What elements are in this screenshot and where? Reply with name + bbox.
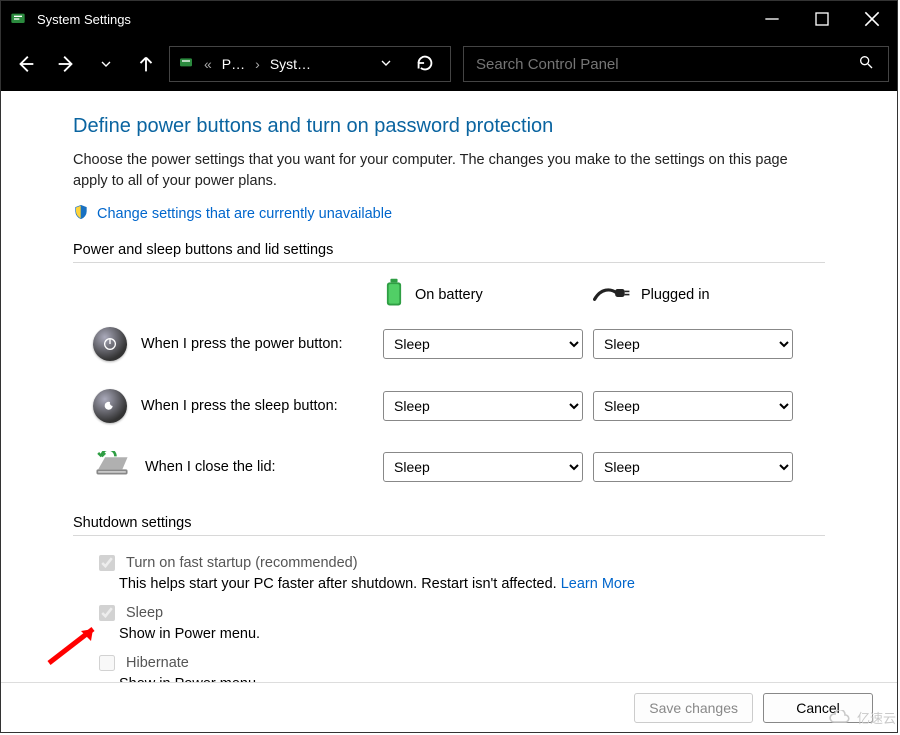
- sleep-button-battery-select[interactable]: Sleep: [383, 391, 583, 421]
- breadcrumb-icon: [178, 55, 194, 74]
- power-button-row: When I press the power button: Sleep Sle…: [73, 321, 825, 383]
- minimize-button[interactable]: [747, 1, 797, 37]
- content-wrap: Define power buttons and turn on passwor…: [1, 91, 897, 682]
- battery-icon: [383, 277, 405, 313]
- lid-battery-select[interactable]: Sleep: [383, 452, 583, 482]
- nav-back-button[interactable]: [9, 47, 43, 81]
- search-input[interactable]: [474, 55, 854, 74]
- page-title: Define power buttons and turn on passwor…: [73, 115, 825, 138]
- search-icon[interactable]: [854, 54, 878, 75]
- address-bar[interactable]: « P… › Syst…: [169, 46, 451, 82]
- sleep-desc: Show in Power menu.: [119, 626, 825, 642]
- save-changes-button[interactable]: Save changes: [634, 693, 753, 723]
- window: System Settings « P…: [0, 0, 898, 733]
- hibernate-title: Hibernate: [126, 655, 189, 671]
- hibernate-checkbox[interactable]: [99, 655, 115, 671]
- plug-icon: [593, 283, 631, 307]
- breadcrumb-overflow[interactable]: «: [200, 56, 216, 72]
- hibernate-item: Hibernate Show in Power menu.: [95, 652, 825, 682]
- breadcrumb-seg-2[interactable]: Syst…: [270, 56, 311, 72]
- power-button-label: When I press the power button:: [141, 336, 343, 352]
- section-shutdown-header: Shutdown settings: [73, 515, 825, 536]
- power-button-plugged-select[interactable]: Sleep: [593, 329, 793, 359]
- lid-label: When I close the lid:: [145, 459, 276, 475]
- shield-icon: [73, 204, 89, 224]
- refresh-button[interactable]: [408, 48, 442, 81]
- breadcrumb-seg-1[interactable]: P…: [222, 56, 245, 72]
- sleep-button-label: When I press the sleep button:: [141, 398, 338, 414]
- app-icon: [9, 10, 27, 28]
- column-headers: On battery Plugged in: [73, 269, 825, 321]
- search-box[interactable]: [463, 46, 889, 82]
- fast-startup-desc: This helps start your PC faster after sh…: [119, 576, 825, 592]
- titlebar: System Settings: [1, 1, 897, 37]
- section-buttons-lid-header: Power and sleep buttons and lid settings: [73, 242, 825, 263]
- hibernate-desc: Show in Power menu.: [119, 676, 825, 682]
- breadcrumb-separator-icon: ›: [251, 56, 264, 72]
- sleep-checkbox[interactable]: [99, 605, 115, 621]
- page-content: Define power buttons and turn on passwor…: [1, 91, 897, 682]
- sleep-button-plugged-select[interactable]: Sleep: [593, 391, 793, 421]
- sleep-button-icon: [93, 389, 127, 423]
- window-title: System Settings: [37, 12, 131, 27]
- nav-up-button[interactable]: [129, 47, 163, 81]
- lid-plugged-select[interactable]: Sleep: [593, 452, 793, 482]
- shutdown-settings-list: Turn on fast startup (recommended) This …: [73, 542, 825, 682]
- sleep-item: Sleep Show in Power menu.: [95, 602, 825, 642]
- maximize-button[interactable]: [797, 1, 847, 37]
- page-description: Choose the power settings that you want …: [73, 150, 825, 192]
- fast-startup-checkbox[interactable]: [99, 555, 115, 571]
- nav-recent-dropdown[interactable]: [89, 47, 123, 81]
- fast-startup-learn-more-link[interactable]: Learn More: [561, 576, 635, 592]
- plugged-col-label: Plugged in: [641, 287, 710, 303]
- change-unavailable-link[interactable]: Change settings that are currently unava…: [97, 206, 392, 222]
- power-button-battery-select[interactable]: Sleep: [383, 329, 583, 359]
- battery-col-label: On battery: [415, 287, 483, 303]
- lid-icon: [93, 451, 131, 483]
- address-dropdown-icon[interactable]: [370, 51, 402, 78]
- fast-startup-item: Turn on fast startup (recommended) This …: [95, 552, 825, 592]
- fast-startup-title: Turn on fast startup (recommended): [126, 555, 358, 571]
- cancel-button[interactable]: Cancel: [763, 693, 873, 723]
- sleep-button-row: When I press the sleep button: Sleep Sle…: [73, 383, 825, 445]
- sleep-title: Sleep: [126, 605, 163, 621]
- nav-forward-button[interactable]: [49, 47, 83, 81]
- lid-row: When I close the lid: Sleep Sleep: [73, 445, 825, 489]
- footer: Save changes Cancel: [1, 682, 897, 732]
- power-button-icon: [93, 327, 127, 361]
- close-button[interactable]: [847, 1, 897, 37]
- navbar: « P… › Syst…: [1, 37, 897, 91]
